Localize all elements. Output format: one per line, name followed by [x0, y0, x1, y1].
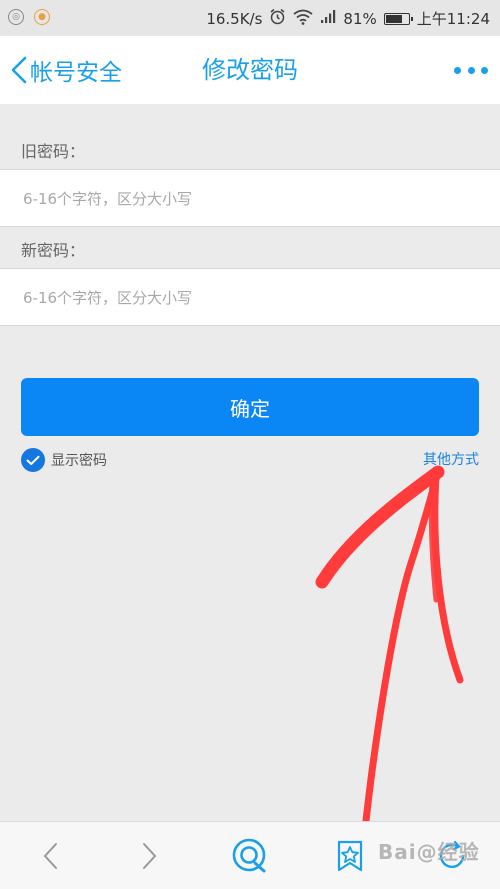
more-dots-icon[interactable]: [454, 58, 488, 82]
dot: [454, 66, 461, 74]
chevron-left-icon: [11, 56, 27, 84]
signal-icon: [320, 9, 336, 28]
status-bar: ◎ ● 16.5K/s 81% 上午11:24: [0, 0, 500, 36]
new-password-label: 新密码：: [21, 241, 86, 260]
new-password-input[interactable]: [21, 269, 485, 327]
app-icon: ●: [34, 9, 50, 25]
old-password-input[interactable]: [21, 170, 485, 228]
notification-icon: ◎: [8, 9, 24, 25]
checkmark-icon: [21, 448, 45, 472]
new-password-row: [0, 268, 500, 327]
old-password-label: 旧密码：: [21, 142, 86, 161]
back-arrow-icon[interactable]: [30, 836, 70, 876]
back-button[interactable]: 帐号安全: [10, 36, 122, 104]
wifi-icon: [293, 9, 313, 29]
clock-time: 上午11:24: [416, 10, 490, 28]
confirm-button[interactable]: 确定: [21, 378, 479, 436]
watermark: Bai@经验: [378, 840, 480, 864]
battery-icon: [383, 12, 413, 25]
battery-percent: 81%: [343, 9, 377, 28]
back-button-label: 帐号安全: [30, 60, 122, 86]
bookmark-star-icon[interactable]: [330, 836, 370, 876]
old-password-row: [0, 169, 500, 228]
alarm-icon: [269, 8, 286, 29]
browser-home-icon[interactable]: [230, 836, 270, 876]
dot: [467, 66, 475, 74]
battery-fill: [385, 14, 402, 23]
navigation-header: 帐号安全 修改密码: [0, 36, 500, 104]
red-arrow-annotation: [315, 465, 464, 889]
show-password-label: 显示密码: [51, 453, 107, 469]
other-methods-link[interactable]: 其他方式: [423, 449, 479, 469]
show-password-toggle[interactable]: 显示密码: [21, 448, 107, 472]
status-right-info: 16.5K/s 81% 上午11:24: [206, 8, 490, 29]
status-left-icons: ◎ ●: [8, 9, 50, 25]
network-speed: 16.5K/s: [206, 9, 263, 28]
dot: [481, 66, 488, 74]
forward-arrow-icon[interactable]: [130, 836, 170, 876]
